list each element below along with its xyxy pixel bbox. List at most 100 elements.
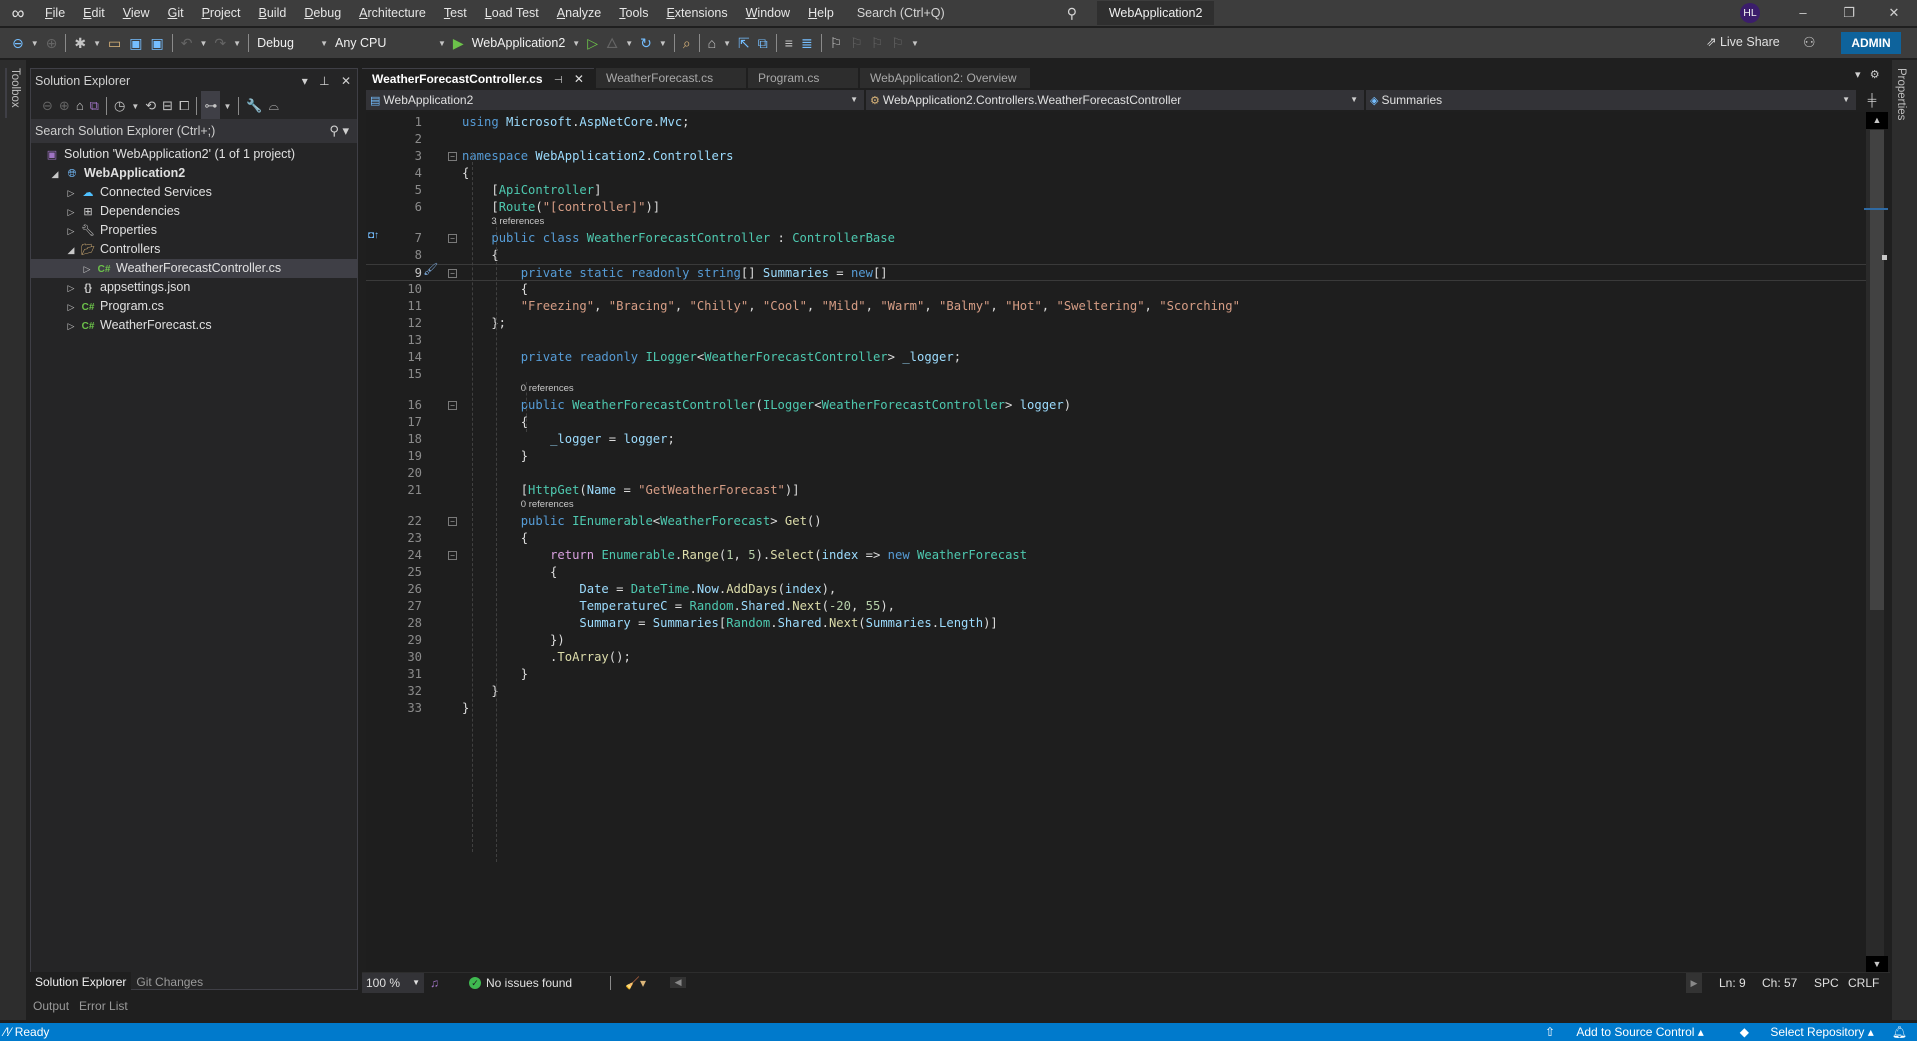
collapsed-arrow-icon[interactable]: ▷: [63, 298, 79, 317]
collapsed-arrow-icon[interactable]: ▷: [63, 203, 79, 222]
tab-solution-explorer[interactable]: Solution Explorer: [30, 972, 132, 992]
code-line[interactable]: 10 {: [366, 281, 1866, 298]
navigate-back-icon[interactable]: ⊖: [8, 28, 28, 58]
menu-edit[interactable]: Edit: [74, 0, 114, 26]
save-all-icon[interactable]: ▣: [147, 28, 168, 58]
codelens-references[interactable]: 0 references: [521, 499, 574, 511]
type-dropdown[interactable]: ⚙ WebApplication2.Controllers.WeatherFore…: [866, 90, 1366, 110]
platform-caret[interactable]: ▼: [435, 39, 449, 48]
tab-list-dropdown-icon[interactable]: ▾: [1855, 69, 1861, 81]
quick-actions-brush-icon[interactable]: 🖌: [423, 262, 438, 276]
undo-caret[interactable]: ▼: [196, 39, 210, 48]
project-dropdown[interactable]: ▤ WebApplication2 ▼: [366, 90, 866, 110]
startup-project-caret[interactable]: ▼: [569, 39, 583, 48]
code-line[interactable]: 7− public class WeatherForecastControlle…: [366, 230, 1866, 247]
collapsed-arrow-icon[interactable]: ▷: [63, 317, 79, 336]
start-without-debugging-icon[interactable]: ▷: [583, 28, 602, 58]
scroll-up-arrow-icon[interactable]: ▲: [1866, 112, 1888, 129]
tree-item[interactable]: ◢ 🌐︎ WebApplication2: [31, 164, 357, 183]
collapse-block-icon[interactable]: −: [448, 517, 457, 526]
whitespace-mode[interactable]: SPC: [1814, 973, 1839, 993]
code-line[interactable]: 12 };: [366, 315, 1866, 332]
tree-item[interactable]: ◢ 📂︎ Controllers: [31, 240, 357, 259]
tree-item[interactable]: ▷ 🔧︎ Properties: [31, 221, 357, 240]
clear-bookmarks-icon[interactable]: ⚐: [887, 28, 908, 58]
code-cleanup-icon[interactable]: 🧹▾: [625, 976, 646, 990]
codelens-references[interactable]: 0 references: [521, 383, 574, 395]
select-repository-button[interactable]: ◆ Select Repository ▴: [1722, 1023, 1874, 1041]
menu-analyze[interactable]: Analyze: [548, 0, 610, 26]
expanded-arrow-icon[interactable]: ◢: [63, 241, 79, 260]
sync-icon[interactable]: ⟲: [142, 91, 159, 121]
code-line[interactable]: 4{: [366, 165, 1866, 182]
collapsed-arrow-icon[interactable]: ▷: [63, 184, 79, 203]
collapsed-arrow-icon[interactable]: ▷: [63, 222, 79, 241]
member-dropdown[interactable]: ◈ Summaries ▼: [1366, 90, 1858, 110]
code-line[interactable]: 6 [Route("[controller]")]: [366, 199, 1866, 216]
menu-load-test[interactable]: Load Test: [476, 0, 548, 26]
code-line[interactable]: 28 Summary = Summaries[Random.Shared.Nex…: [366, 615, 1866, 632]
browser-home-icon[interactable]: ⌂: [704, 28, 720, 58]
tree-item[interactable]: ▷ {} appsettings.json: [31, 278, 357, 297]
new-project-icon[interactable]: ✱: [70, 28, 90, 58]
collapsed-arrow-icon[interactable]: ▷: [79, 260, 95, 279]
split-window-icon[interactable]: ╪: [1862, 90, 1882, 110]
tab-output[interactable]: Output: [28, 997, 74, 1015]
tab-overview[interactable]: WebApplication2: Overview: [859, 68, 1030, 88]
code-line[interactable]: 2: [366, 131, 1866, 148]
tree-item[interactable]: ▷ C# WeatherForecastController.cs: [31, 259, 357, 278]
code-line[interactable]: 25 {: [366, 564, 1866, 581]
toolbar-overflow-caret[interactable]: ▼: [908, 39, 922, 48]
startup-project-button[interactable]: WebApplication2: [468, 36, 570, 50]
properties-tab[interactable]: Properties: [1895, 68, 1907, 120]
code-line[interactable]: 19 }: [366, 448, 1866, 465]
notifications-bell-icon[interactable]: 🔔︎: [1892, 1023, 1907, 1041]
uncomment-lines-icon[interactable]: ≣: [797, 28, 817, 58]
undo-icon[interactable]: ↶: [177, 28, 197, 58]
window-position-dropdown-icon[interactable]: ▾: [302, 74, 308, 88]
menu-window[interactable]: Window: [737, 0, 799, 26]
tab-error-list[interactable]: Error List: [74, 997, 133, 1015]
expanded-arrow-icon[interactable]: ◢: [47, 165, 63, 184]
code-line[interactable]: 22 − public IEnumerable<WeatherForecast> …: [366, 513, 1866, 530]
code-line[interactable]: 5 [ApiController]: [366, 182, 1866, 199]
scroll-left-icon[interactable]: ◀: [670, 977, 687, 988]
start-debugging-icon[interactable]: ▶: [449, 28, 468, 58]
forward-icon[interactable]: ⊕: [56, 91, 73, 121]
code-line[interactable]: 15: [366, 366, 1866, 383]
menu-test[interactable]: Test: [435, 0, 476, 26]
new-project-caret[interactable]: ▼: [90, 39, 104, 48]
collapse-block-icon[interactable]: −: [448, 551, 457, 560]
code-line[interactable]: 33}: [366, 700, 1866, 717]
pending-changes-filter-icon[interactable]: ◷: [111, 91, 128, 121]
code-line[interactable]: 9 − private static readonly string[] Summ…: [366, 264, 1866, 281]
admin-button[interactable]: ADMIN: [1841, 32, 1901, 54]
add-to-source-control-button[interactable]: ⇧ Add to Source Control ▴: [1527, 1023, 1704, 1041]
settings-gear-icon[interactable]: ⚙: [1870, 69, 1880, 81]
minimize-button[interactable]: –: [1780, 0, 1826, 26]
close-panel-icon[interactable]: ✕: [341, 74, 351, 88]
collapse-block-icon[interactable]: −: [448, 152, 457, 161]
hot-reload-caret[interactable]: ▼: [622, 39, 636, 48]
code-line[interactable]: 14 private readonly ILogger<WeatherForec…: [366, 349, 1866, 366]
navigate-forward-icon[interactable]: ⊕: [42, 28, 62, 58]
open-file-icon[interactable]: ▭: [104, 28, 125, 58]
tab-weatherforecast[interactable]: WeatherForecast.cs: [595, 68, 746, 88]
menu-debug[interactable]: Debug: [295, 0, 350, 26]
line-number[interactable]: Ln: 9: [1719, 973, 1746, 993]
search-icon[interactable]: ⚲: [1057, 5, 1077, 22]
pin-icon[interactable]: ⊥: [319, 74, 329, 88]
code-line[interactable]: 23 {: [366, 530, 1866, 547]
menu-view[interactable]: View: [114, 0, 159, 26]
home-icon[interactable]: ⌂: [73, 91, 87, 121]
refresh-caret[interactable]: ▼: [656, 39, 670, 48]
tab-weatherforecastcontroller[interactable]: WeatherForecastController.cs ⊣ ✕: [362, 68, 594, 88]
code-line[interactable]: 32 }: [366, 683, 1866, 700]
code-line[interactable]: 27 TemperatureC = Random.Shared.Next(-20…: [366, 598, 1866, 615]
tree-item[interactable]: ▣ Solution 'WebApplication2' (1 of 1 proj…: [31, 145, 357, 164]
scrollbar-thumb[interactable]: [1870, 130, 1884, 610]
select-element-icon[interactable]: ⇱: [734, 28, 754, 58]
preview-selected-icon[interactable]: ⌓: [266, 91, 282, 121]
tab-git-changes[interactable]: Git Changes: [131, 972, 208, 992]
code-line[interactable]: 17 {: [366, 414, 1866, 431]
